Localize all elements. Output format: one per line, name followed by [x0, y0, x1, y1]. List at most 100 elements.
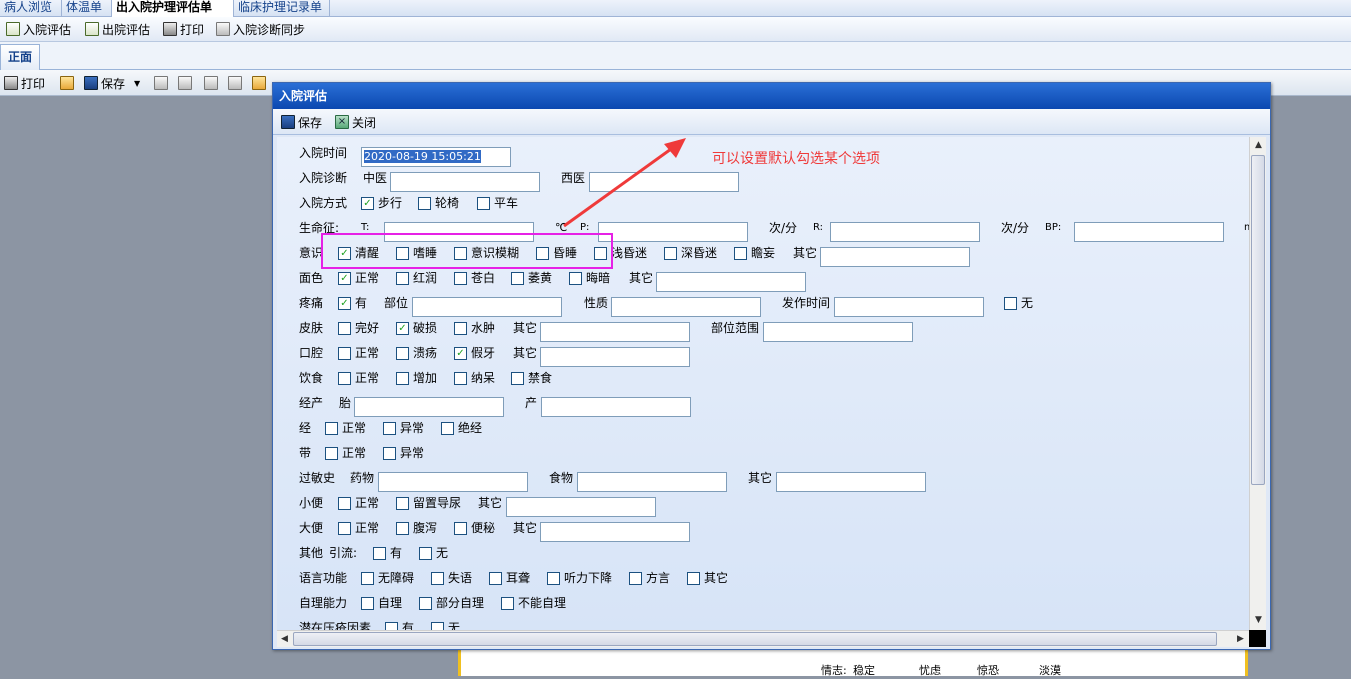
horizontal-scrollbar[interactable]: ◀ ▶: [277, 630, 1249, 647]
complexion-dark-checkbox[interactable]: [569, 272, 582, 285]
open-button[interactable]: [60, 74, 74, 92]
scroll-up-icon[interactable]: ▲: [1251, 138, 1266, 153]
sore-no-checkbox[interactable]: [431, 622, 444, 630]
sore-yes-checkbox[interactable]: [385, 622, 398, 630]
complexion-sallow-checkbox[interactable]: [511, 272, 524, 285]
skin-broken-checkbox[interactable]: ✓: [396, 322, 409, 335]
doc-print-button[interactable]: 打印: [4, 74, 45, 92]
food-allergy-input[interactable]: [577, 472, 727, 492]
stool-constipation-checkbox[interactable]: [454, 522, 467, 535]
skin-edema-checkbox[interactable]: [454, 322, 467, 335]
self-care-none-checkbox[interactable]: [501, 597, 514, 610]
tab-nursing-assessment[interactable]: 出入院护理评估单: [112, 0, 234, 17]
pain-nature-input[interactable]: [611, 297, 761, 317]
menses-abnormal-checkbox[interactable]: [383, 422, 396, 435]
pain-site-input[interactable]: [412, 297, 562, 317]
print-button[interactable]: 打印: [163, 20, 204, 38]
vertical-scroll-thumb[interactable]: [1251, 155, 1265, 485]
admit-mode-wheelchair-checkbox[interactable]: [418, 197, 431, 210]
admit-time-input[interactable]: 2020-08-19 15:05:21: [361, 147, 511, 167]
mood-stable-label: 稳定: [853, 664, 875, 677]
leuk-normal-checkbox[interactable]: [325, 447, 338, 460]
drainage-yes-checkbox[interactable]: [373, 547, 386, 560]
other-allergy-input[interactable]: [776, 472, 926, 492]
conscious-delirium-checkbox[interactable]: [734, 247, 747, 260]
option-label: 有: [402, 621, 415, 630]
admit-mode-stretcher-checkbox[interactable]: [477, 197, 490, 210]
admit-mode-walk-checkbox[interactable]: ✓: [361, 197, 374, 210]
mail-button[interactable]: [154, 74, 168, 92]
tab-clinical-nursing-record[interactable]: 临床护理记录单: [234, 0, 330, 17]
self-care-partial-checkbox[interactable]: [419, 597, 432, 610]
bp-label: BP:: [1045, 222, 1062, 233]
admit-assess-button[interactable]: 入院评估: [6, 20, 71, 38]
complexion-normal-checkbox[interactable]: ✓: [338, 272, 351, 285]
discharge-assess-button[interactable]: 出院评估: [85, 20, 150, 38]
stool-other-input[interactable]: [540, 522, 690, 542]
tcm-input[interactable]: [390, 172, 540, 192]
diet-fasting-checkbox[interactable]: [511, 372, 524, 385]
scroll-down-icon[interactable]: ▼: [1251, 613, 1266, 628]
skin-other-input[interactable]: [540, 322, 690, 342]
pain-yes-checkbox[interactable]: ✓: [338, 297, 351, 310]
stool-normal-checkbox[interactable]: [338, 522, 351, 535]
tab-patient-browse[interactable]: 病人浏览: [0, 0, 62, 17]
bp-input[interactable]: [1074, 222, 1224, 242]
dialog-save-button[interactable]: 保存: [281, 113, 322, 131]
mouth-ulcer-checkbox[interactable]: [396, 347, 409, 360]
skin-range-input[interactable]: [763, 322, 913, 342]
drainage-no-checkbox[interactable]: [419, 547, 432, 560]
complexion-pale-checkbox[interactable]: [454, 272, 467, 285]
option-label: 无障碍: [378, 571, 415, 585]
vertical-scrollbar[interactable]: ▲ ▼: [1249, 137, 1266, 630]
diet-poor-appetite-checkbox[interactable]: [454, 372, 467, 385]
diet-normal-checkbox[interactable]: [338, 372, 351, 385]
self-care-full-checkbox[interactable]: [361, 597, 374, 610]
admit-time-label: 入院时间: [299, 146, 348, 160]
scroll-right-icon[interactable]: ▶: [1233, 632, 1248, 647]
menses-menopause-checkbox[interactable]: [441, 422, 454, 435]
other-label: 其它: [629, 271, 654, 285]
tab-temperature-sheet[interactable]: 体温单: [62, 0, 112, 17]
doc-save-button[interactable]: 保存 ▼: [84, 74, 140, 92]
zoom-button[interactable]: [228, 74, 242, 92]
view-button[interactable]: [204, 74, 218, 92]
conscious-other-input[interactable]: [820, 247, 970, 267]
option-label: 红润: [413, 271, 438, 285]
horizontal-scroll-thumb[interactable]: [293, 632, 1217, 646]
leuk-abnormal-checkbox[interactable]: [383, 447, 396, 460]
respiration-input[interactable]: [830, 222, 980, 242]
fetus-input[interactable]: [354, 397, 504, 417]
urine-normal-checkbox[interactable]: [338, 497, 351, 510]
edit-button[interactable]: [252, 74, 266, 92]
urine-other-input[interactable]: [506, 497, 656, 517]
scroll-left-icon[interactable]: ◀: [277, 632, 292, 647]
pain-time-input[interactable]: [834, 297, 984, 317]
drug-allergy-input[interactable]: [378, 472, 528, 492]
complexion-other-input[interactable]: [656, 272, 806, 292]
speech-dialect-checkbox[interactable]: [629, 572, 642, 585]
diagnosis-sync-button[interactable]: 入院诊断同步: [216, 20, 305, 38]
speech-hearing-loss-checkbox[interactable]: [547, 572, 560, 585]
pain-none-checkbox[interactable]: [1004, 297, 1017, 310]
mouth-other-input[interactable]: [540, 347, 690, 367]
mouth-normal-checkbox[interactable]: [338, 347, 351, 360]
mouth-denture-checkbox[interactable]: ✓: [454, 347, 467, 360]
stool-diarrhea-checkbox[interactable]: [396, 522, 409, 535]
tab-front-page[interactable]: 正面: [0, 44, 40, 70]
find-button[interactable]: [178, 74, 192, 92]
complexion-ruddy-checkbox[interactable]: [396, 272, 409, 285]
speech-aphasia-checkbox[interactable]: [431, 572, 444, 585]
drug-label: 药物: [350, 471, 375, 485]
diet-increase-checkbox[interactable]: [396, 372, 409, 385]
menses-normal-checkbox[interactable]: [325, 422, 338, 435]
dialog-close-button[interactable]: × 关闭: [335, 113, 376, 131]
speech-deaf-checkbox[interactable]: [489, 572, 502, 585]
birth-input[interactable]: [541, 397, 691, 417]
conscious-deep-coma-checkbox[interactable]: [664, 247, 677, 260]
option-label: 正常: [342, 421, 367, 435]
skin-intact-checkbox[interactable]: [338, 322, 351, 335]
urine-catheter-checkbox[interactable]: [396, 497, 409, 510]
speech-normal-checkbox[interactable]: [361, 572, 374, 585]
speech-other-checkbox[interactable]: [687, 572, 700, 585]
